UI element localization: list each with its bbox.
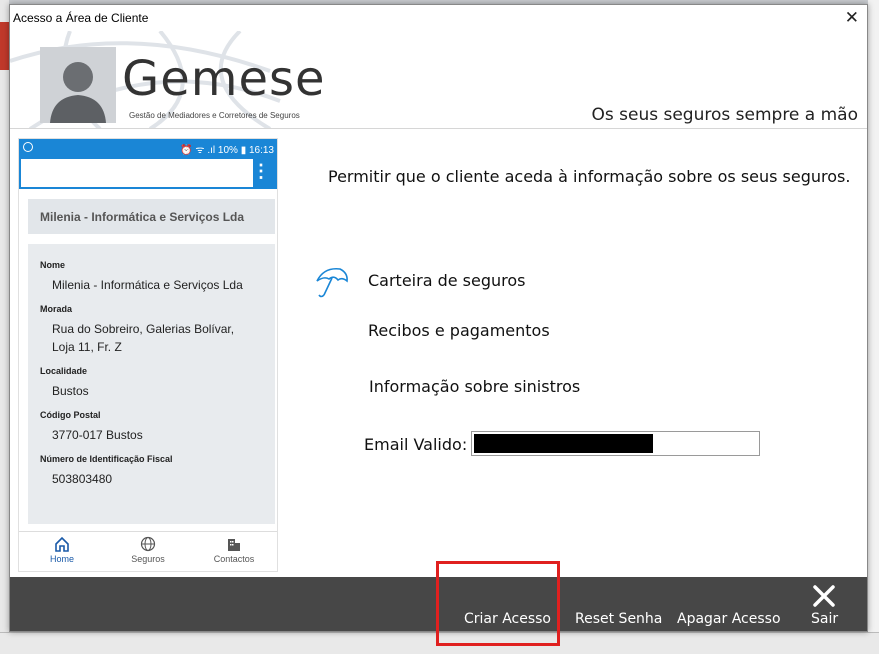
building-icon bbox=[228, 539, 240, 551]
client-details-card: Nome Milenia - Informática e Serviços Ld… bbox=[28, 244, 275, 524]
more-vert-icon[interactable]: ⋮ bbox=[252, 161, 270, 182]
exit-icon[interactable] bbox=[812, 584, 836, 608]
avatar bbox=[40, 47, 116, 123]
umbrella-icon bbox=[316, 267, 348, 298]
phone-bottom-tabs: Home Seguros Contactos bbox=[19, 531, 277, 571]
delete-access-button[interactable]: Apagar Acesso bbox=[677, 611, 781, 627]
close-icon[interactable]: ✕ bbox=[845, 8, 859, 28]
background-window-edge bbox=[0, 0, 9, 654]
phone-app-bar: ⋮ bbox=[19, 157, 277, 189]
field-label-nome: Nome bbox=[40, 260, 66, 270]
email-field[interactable] bbox=[471, 431, 760, 456]
exit-button[interactable]: Sair bbox=[811, 611, 838, 627]
tab-contactos-label: Contactos bbox=[213, 554, 255, 564]
field-label-codigo-postal: Código Postal bbox=[40, 410, 101, 420]
brand-logo: Gemese bbox=[122, 51, 326, 107]
tab-contactos[interactable]: Contactos bbox=[191, 532, 277, 571]
tab-seguros-label: Seguros bbox=[131, 554, 165, 564]
window-title: Acesso a Área de Cliente bbox=[13, 11, 149, 25]
field-value-codigo-postal: 3770-017 Bustos bbox=[52, 428, 143, 442]
background-window-edge-right bbox=[868, 0, 879, 654]
tab-seguros[interactable]: Seguros bbox=[105, 532, 191, 571]
field-value-nif: 503803480 bbox=[52, 472, 113, 486]
globe-icon bbox=[140, 536, 156, 552]
field-value-nome: Milenia - Informática e Serviços Lda bbox=[52, 278, 243, 292]
field-value-localidade: Bustos bbox=[52, 384, 89, 398]
tab-home[interactable]: Home bbox=[19, 532, 105, 571]
email-label: Email Valido: bbox=[364, 435, 468, 454]
title-bar: Acesso a Área de Cliente ✕ bbox=[10, 5, 867, 31]
feature-sinistros: Informação sobre sinistros bbox=[369, 377, 581, 396]
permission-description: Permitir que o cliente aceda à informaçã… bbox=[328, 167, 851, 186]
field-label-morada: Morada bbox=[40, 304, 73, 314]
company-header: Milenia - Informática e Serviços Lda bbox=[28, 199, 275, 234]
highlight-box bbox=[436, 561, 560, 646]
brand-header: Gemese Gestão de Mediadores e Corretores… bbox=[10, 31, 867, 129]
field-label-nif: Número de Identificação Fiscal bbox=[40, 454, 173, 464]
home-icon bbox=[55, 536, 69, 552]
messenger-icon bbox=[23, 142, 33, 152]
phone-preview: ⏰ ᯤ .ıl 10% ▮ 16:13 ⋮ Milenia - Informát… bbox=[18, 138, 278, 572]
phone-status-indicators: ⏰ ᯤ .ıl 10% ▮ 16:13 bbox=[180, 145, 274, 156]
field-label-localidade: Localidade bbox=[40, 366, 88, 376]
tab-home-label: Home bbox=[49, 554, 74, 564]
redacted-email bbox=[474, 434, 653, 453]
reset-password-button[interactable]: Reset Senha bbox=[575, 611, 662, 627]
tagline: Os seus seguros sempre a mão bbox=[591, 105, 859, 125]
morada-line-1: Rua do Sobreiro, Galerias Bolívar, bbox=[52, 322, 235, 336]
feature-carteira: Carteira de seguros bbox=[368, 271, 526, 290]
morada-line-2: Loja 11, Fr. Z bbox=[52, 340, 122, 354]
phone-app-bar-field bbox=[21, 159, 253, 187]
phone-status-bar: ⏰ ᯤ .ıl 10% ▮ 16:13 bbox=[19, 139, 277, 157]
feature-recibos: Recibos e pagamentos bbox=[368, 321, 550, 340]
field-value-morada: Rua do Sobreiro, Galerias Bolívar, Loja … bbox=[52, 320, 263, 356]
brand-subtitle: Gestão de Mediadores e Corretores de Seg… bbox=[129, 111, 300, 120]
background-red-element bbox=[0, 22, 9, 70]
client-access-dialog: Acesso a Área de Cliente ✕ Gemese Gestão… bbox=[9, 4, 868, 646]
